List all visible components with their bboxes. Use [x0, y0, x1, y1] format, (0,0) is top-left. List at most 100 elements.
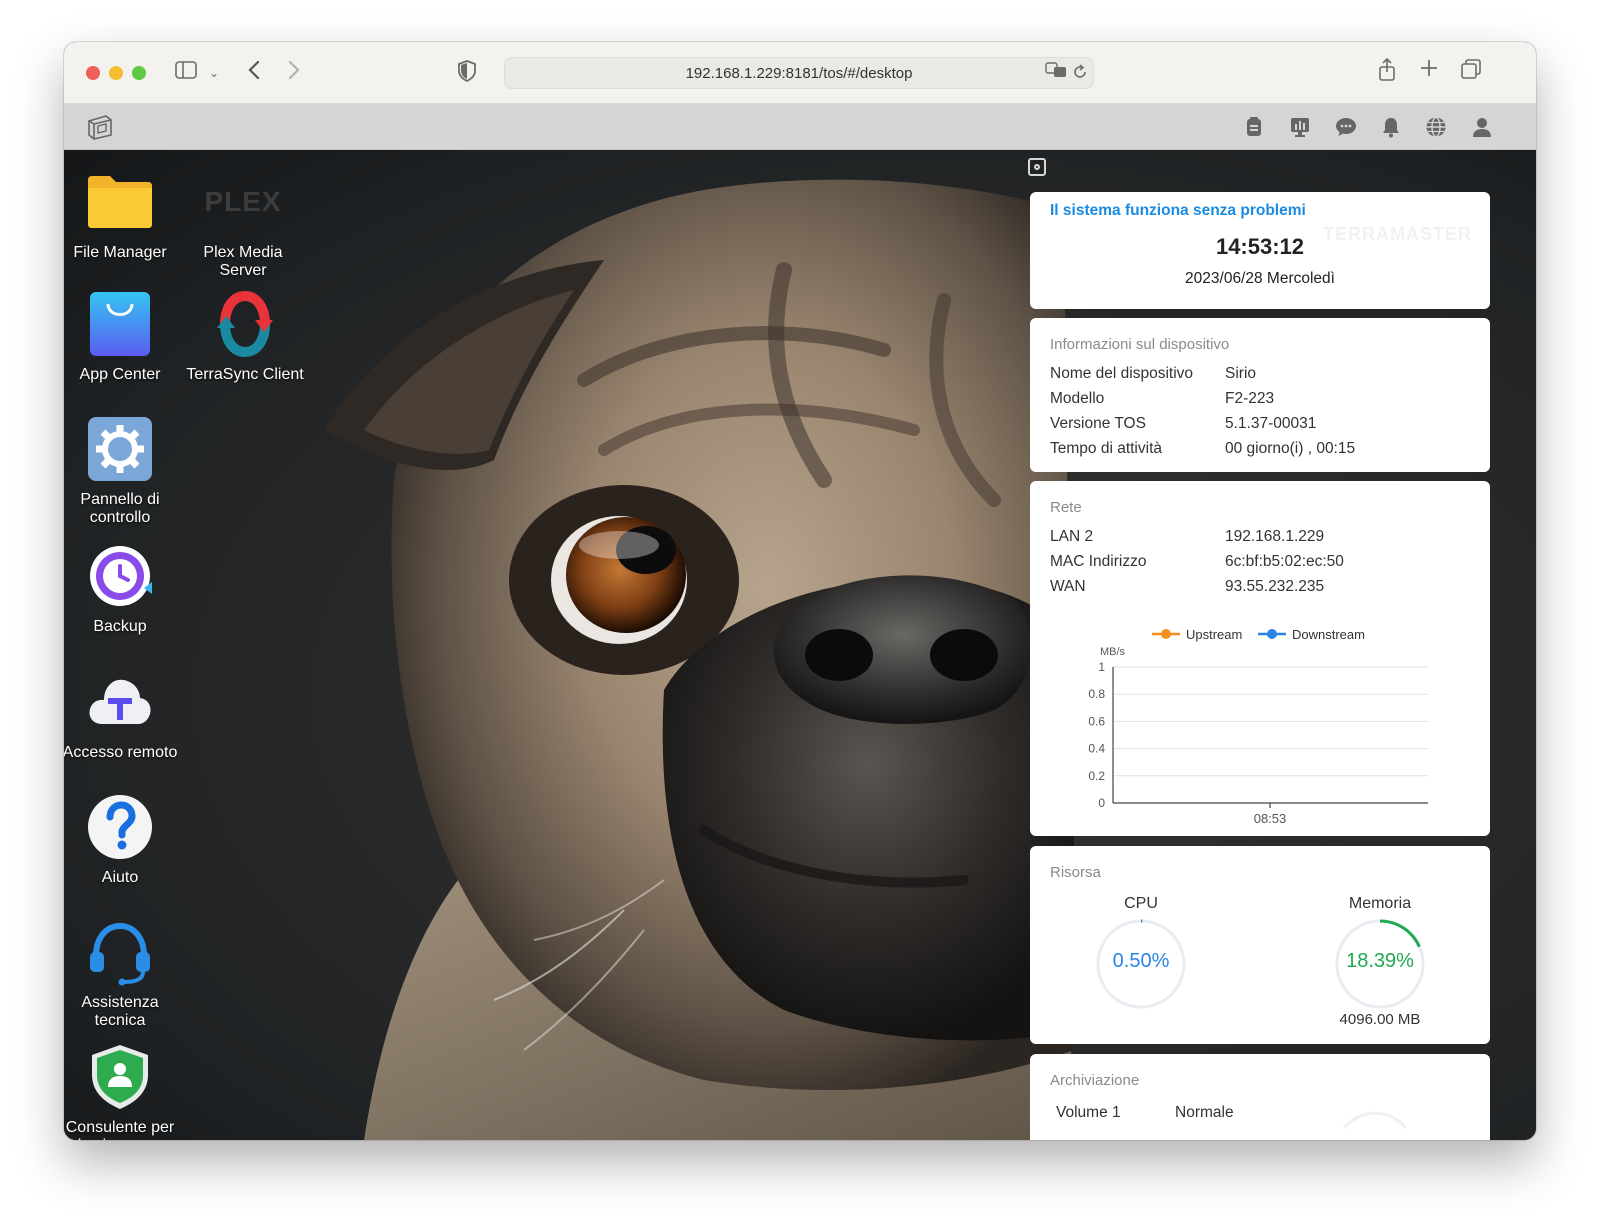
network-title: Rete: [1050, 499, 1082, 516]
row-value: 5.1.37-00031: [1225, 415, 1317, 432]
memory-label: Memoria: [1348, 895, 1412, 912]
tab-overview-icon[interactable]: [1460, 59, 1482, 83]
app-label: Accesso remoto: [64, 744, 178, 761]
browser-window: ⌄ 192.168.1.229:8181/tos/#/desktop File …: [64, 42, 1536, 1140]
legend-upstream[interactable]: Upstream: [1152, 627, 1242, 642]
row-value: Sirio: [1225, 365, 1257, 382]
network-traffic-chart: Upstream Downstream MB/s 00.20.40.60.81 …: [1088, 627, 1428, 826]
app-label: Consulente per la sicurezza: [65, 1119, 175, 1140]
storage-title: Archiviazione: [1050, 1072, 1140, 1089]
legend-upstream-label: Upstream: [1186, 627, 1242, 642]
legend-upstream-marker: [1161, 629, 1171, 639]
y-tick-label: 1: [1098, 660, 1105, 674]
row-value: Normale: [1175, 1104, 1234, 1121]
new-tab-icon[interactable]: [1418, 59, 1440, 83]
notification-bell-icon[interactable]: [1379, 115, 1403, 139]
user-account-icon[interactable]: [1470, 115, 1494, 139]
app-app-center[interactable]: App Center: [64, 290, 180, 384]
legend-downstream-label: Downstream: [1292, 627, 1365, 642]
show-desktop-icon[interactable]: [86, 113, 114, 141]
address-bar[interactable]: 192.168.1.229:8181/tos/#/desktop: [504, 57, 1094, 89]
cpu-value: 0.50%: [1112, 950, 1170, 972]
row-key: MAC Indirizzo: [1050, 553, 1147, 570]
clock-backup-icon: [86, 542, 154, 610]
row-key: Versione TOS: [1050, 415, 1146, 432]
app-security-advisor[interactable]: Consulente per la sicurezza: [64, 1043, 180, 1140]
row-value: F2-223: [1225, 390, 1275, 407]
tos-taskbar: [64, 104, 1536, 150]
language-globe-icon[interactable]: [1424, 115, 1448, 139]
share-icon[interactable]: [1376, 57, 1398, 82]
reload-icon[interactable]: [1071, 62, 1089, 86]
app-plex-media-server[interactable]: PLEX Plex Media Server: [183, 168, 303, 280]
tos-desktop: File Manager PLEX Plex Media Server App …: [64, 150, 1536, 1140]
privacy-shield-icon[interactable]: [456, 60, 478, 84]
app-label: App Center: [79, 366, 161, 383]
app-technical-support[interactable]: Assistenza tecnica: [64, 918, 180, 1030]
row-key: WAN: [1050, 578, 1086, 595]
shopping-bag-icon: [86, 290, 154, 358]
y-tick-label: 0.2: [1088, 769, 1105, 783]
plex-logo-icon: PLEX: [204, 168, 280, 236]
memory-value: 18.39%: [1346, 950, 1414, 972]
gear-icon: [86, 415, 154, 483]
url-text: 192.168.1.229:8181/tos/#/desktop: [685, 65, 913, 82]
widget-settings-icon[interactable]: [1028, 158, 1046, 176]
app-label: File Manager: [73, 244, 167, 261]
x-tick-label: 08:53: [1254, 811, 1287, 826]
cloud-t-icon: [86, 668, 154, 736]
legend-downstream-marker: [1267, 629, 1277, 639]
app-label: Backup: [93, 618, 147, 635]
app-label: Plex Media Server: [203, 244, 283, 279]
resource-monitor-icon[interactable]: [1288, 115, 1312, 139]
storage-card: Archiviazione Volume 1 Normale: [1030, 1054, 1490, 1140]
clock-date: 2023/06/28 Mercoledì: [1185, 270, 1335, 287]
y-tick-label: 0.8: [1088, 687, 1105, 701]
app-file-manager[interactable]: File Manager: [64, 168, 180, 262]
minimize-window-button[interactable]: [109, 66, 123, 80]
app-label: Assistenza tecnica: [81, 994, 159, 1029]
memory-total: 4096.00 MB: [1339, 1011, 1421, 1028]
sync-icon: [211, 290, 279, 358]
app-label: TerraSync Client: [186, 366, 304, 383]
device-info-card: Informazioni sul dispositivo Nome del di…: [1030, 318, 1490, 472]
y-tick-label: 0.4: [1088, 742, 1105, 756]
y-tick-label: 0.6: [1088, 714, 1105, 728]
network-card: Rete LAN 2 192.168.1.229 MAC Indirizzo 6c:…: [1030, 481, 1490, 836]
row-value: 6c:bf:b5:02:ec:50: [1225, 553, 1344, 570]
legend-downstream[interactable]: Downstream: [1258, 627, 1365, 642]
forward-icon[interactable]: [282, 60, 306, 84]
storage-gauge: [1342, 1111, 1408, 1129]
app-terrasync-client[interactable]: TerraSync Client: [185, 290, 305, 384]
sidebar-icon[interactable]: [174, 61, 198, 85]
row-key: Tempo di attività: [1050, 440, 1162, 457]
status-message: Il sistema funziona senza problemi: [1050, 202, 1306, 219]
y-axis-unit: MB/s: [1100, 646, 1126, 658]
browser-toolbar: ⌄ 192.168.1.229:8181/tos/#/desktop: [64, 42, 1536, 104]
headset-icon: [86, 918, 154, 986]
row-value: 192.168.1.229: [1225, 528, 1325, 545]
maximize-window-button[interactable]: [132, 66, 146, 80]
app-backup[interactable]: Backup: [64, 542, 180, 636]
row-value: 00 giorno(i) , 00:15: [1225, 440, 1356, 457]
chat-icon[interactable]: [1334, 115, 1358, 139]
security-shield-icon: [86, 1043, 154, 1111]
row-key: Modello: [1050, 390, 1105, 407]
back-icon[interactable]: [242, 60, 266, 84]
plex-logo-text: PLEX: [204, 186, 282, 217]
external-device-icon[interactable]: [1242, 115, 1266, 139]
app-label: Aiuto: [101, 869, 139, 886]
system-status-card: Il sistema funziona senza problemi TERRA…: [1030, 192, 1490, 309]
row-key: Volume 1: [1056, 1104, 1121, 1121]
question-mark-icon: [86, 793, 154, 861]
app-label: Pannello di controllo: [80, 491, 160, 526]
chevron-down-icon[interactable]: ⌄: [207, 61, 221, 85]
app-help[interactable]: Aiuto: [64, 793, 180, 887]
translate-icon[interactable]: [1045, 61, 1067, 85]
app-control-panel[interactable]: Pannello di controllo: [64, 415, 180, 527]
device-info-title: Informazioni sul dispositivo: [1050, 336, 1230, 353]
app-remote-access[interactable]: Accesso remoto: [64, 668, 180, 762]
clock-time: 14:53:12: [1215, 234, 1305, 259]
close-window-button[interactable]: [86, 66, 100, 80]
y-tick-label: 0: [1098, 796, 1105, 810]
